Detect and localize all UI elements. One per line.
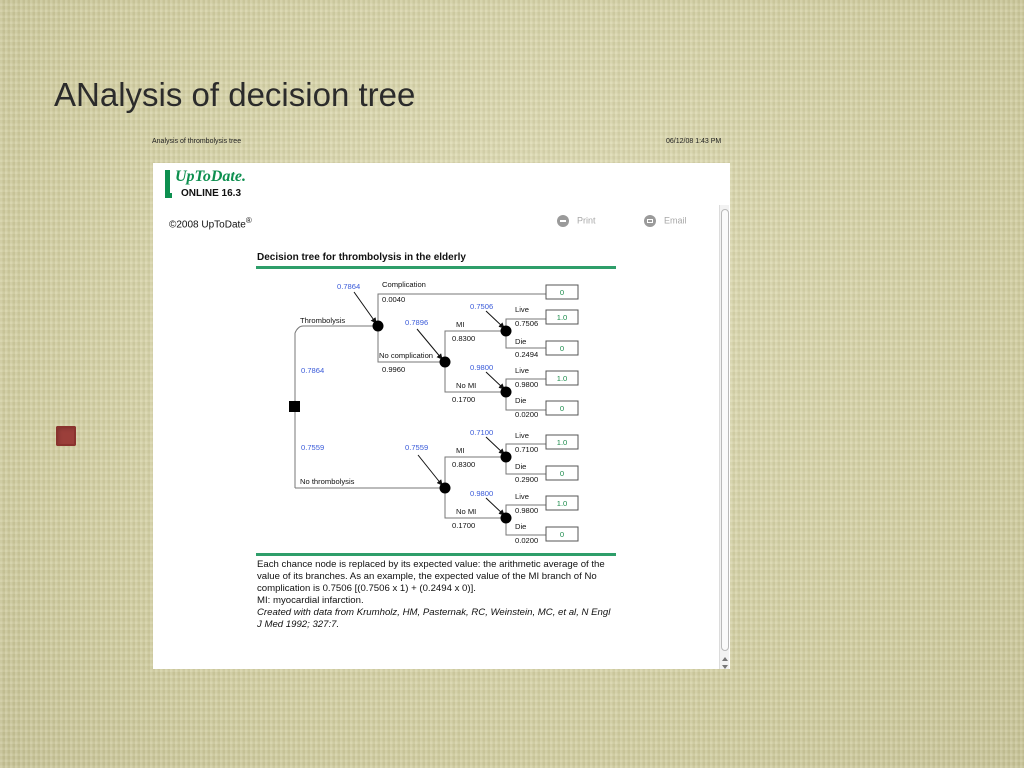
print-header-timestamp: 06/12/08 1:43 PM xyxy=(666,138,722,145)
p-no-complication-label: 0.9960 xyxy=(382,365,405,374)
caption-source: Created with data from Krumholz, HM, Pas… xyxy=(257,607,611,630)
a-ev-nomi-label: 0.9800 xyxy=(470,363,493,372)
b-ev-mi-label: 0.7100 xyxy=(470,428,493,437)
b-p-mi-label: 0.8300 xyxy=(452,460,475,469)
no-complication-label: No complication xyxy=(379,351,433,360)
chance-node-b-nomi xyxy=(500,512,512,524)
b-die-label: Die xyxy=(515,462,526,471)
arrow-ev-complication xyxy=(353,291,377,324)
ev-thrombolysis-label: 0.7864 xyxy=(301,366,324,375)
a-mi-label: MI xyxy=(456,320,464,329)
b-out-die-label: 0 xyxy=(560,469,564,478)
title-rule xyxy=(256,266,616,269)
chance-node-b-mi xyxy=(500,451,512,463)
chance-node-a-mi xyxy=(500,325,512,337)
a-live-label: Live xyxy=(515,305,529,314)
caption-rule xyxy=(256,553,616,556)
a-live2-label: Live xyxy=(515,366,529,375)
arrow-a-ev-mi xyxy=(485,310,505,329)
a-out-live2-label: 1.0 xyxy=(557,374,568,383)
b-live-label: Live xyxy=(515,431,529,440)
ev-no-thrombolysis-label: 0.7559 xyxy=(301,443,324,452)
b-p-nomi-label: 0.1700 xyxy=(452,521,475,530)
b-mi-label: MI xyxy=(456,446,464,455)
ev-no-complication-label: 0.7896 xyxy=(405,318,428,327)
a-nomi-label: No MI xyxy=(456,381,476,390)
chance-node-no-thrombolysis xyxy=(439,482,451,494)
tree-caption: Each chance node is replaced by its expe… xyxy=(257,559,617,631)
out-complication-label: 0 xyxy=(560,288,564,297)
no-thrombolysis-label: No thrombolysis xyxy=(300,477,355,486)
b-out-live-label: 1.0 xyxy=(557,438,568,447)
slide-title: ANalysis of decision tree xyxy=(54,76,416,113)
bullet-marker xyxy=(56,426,76,446)
print-header-title: Analysis of thrombolysis tree xyxy=(152,138,242,145)
b-p-live-label: 0.7100 xyxy=(515,445,538,454)
complication-label: Complication xyxy=(382,280,426,289)
arrow-b-ev-mi xyxy=(485,436,505,455)
a-out-live-label: 1.0 xyxy=(557,313,568,322)
arrow-ev-nt-node xyxy=(417,454,443,486)
tree-labels: 0.7864 Complication 0.0040 0 Thrombolysi… xyxy=(300,280,567,545)
a-p-die-label: 0.2494 xyxy=(515,350,538,359)
a-die2-label: Die xyxy=(515,396,526,405)
b-ev-nomi-label: 0.9800 xyxy=(470,489,493,498)
arrow-a-ev-nomi xyxy=(485,371,505,390)
caption-explanation: Each chance node is replaced by its expe… xyxy=(257,559,605,594)
p-complication-label: 0.0040 xyxy=(382,295,405,304)
a-out-die-label: 0 xyxy=(560,344,564,353)
chance-node-thrombolysis xyxy=(372,320,384,332)
b-p-live2-label: 0.9800 xyxy=(515,506,538,515)
a-p-live-label: 0.7506 xyxy=(515,319,538,328)
document-page: UpToDate. ONLINE 16.3 ©2008 UpToDate® Pr… xyxy=(153,163,730,669)
decision-node xyxy=(289,401,300,412)
b-out-die2-label: 0 xyxy=(560,530,564,539)
a-die-label: Die xyxy=(515,337,526,346)
arrow-b-ev-nomi xyxy=(485,497,505,516)
scroll-up-arrow-icon[interactable] xyxy=(722,657,728,661)
b-p-die2-label: 0.0200 xyxy=(515,536,538,545)
b-p-die-label: 0.2900 xyxy=(515,475,538,484)
b-out-live2-label: 1.0 xyxy=(557,499,568,508)
b-live2-label: Live xyxy=(515,492,529,501)
edge-thrombolysis xyxy=(294,325,378,334)
thrombolysis-label: Thrombolysis xyxy=(300,316,345,325)
chance-node-no-complication xyxy=(439,356,451,368)
vertical-scrollbar[interactable] xyxy=(719,205,729,669)
a-ev-mi-label: 0.7506 xyxy=(470,302,493,311)
a-p-die2-label: 0.0200 xyxy=(515,410,538,419)
scrollbar-thumb[interactable] xyxy=(721,209,729,651)
tree-title: Decision tree for thrombolysis in the el… xyxy=(257,252,466,263)
caption-abbreviation: MI: myocardial infarction. xyxy=(257,595,364,606)
chance-node-a-nomi xyxy=(500,386,512,398)
scroll-down-arrow-icon[interactable] xyxy=(722,665,728,669)
a-p-live2-label: 0.9800 xyxy=(515,380,538,389)
ev-complication-label: 0.7864 xyxy=(337,282,360,291)
a-p-nomi-label: 0.1700 xyxy=(452,395,475,404)
ev-nt-node-label: 0.7559 xyxy=(405,443,428,452)
a-out-die2-label: 0 xyxy=(560,404,564,413)
b-nomi-label: No MI xyxy=(456,507,476,516)
a-p-mi-label: 0.8300 xyxy=(452,334,475,343)
b-die2-label: Die xyxy=(515,522,526,531)
